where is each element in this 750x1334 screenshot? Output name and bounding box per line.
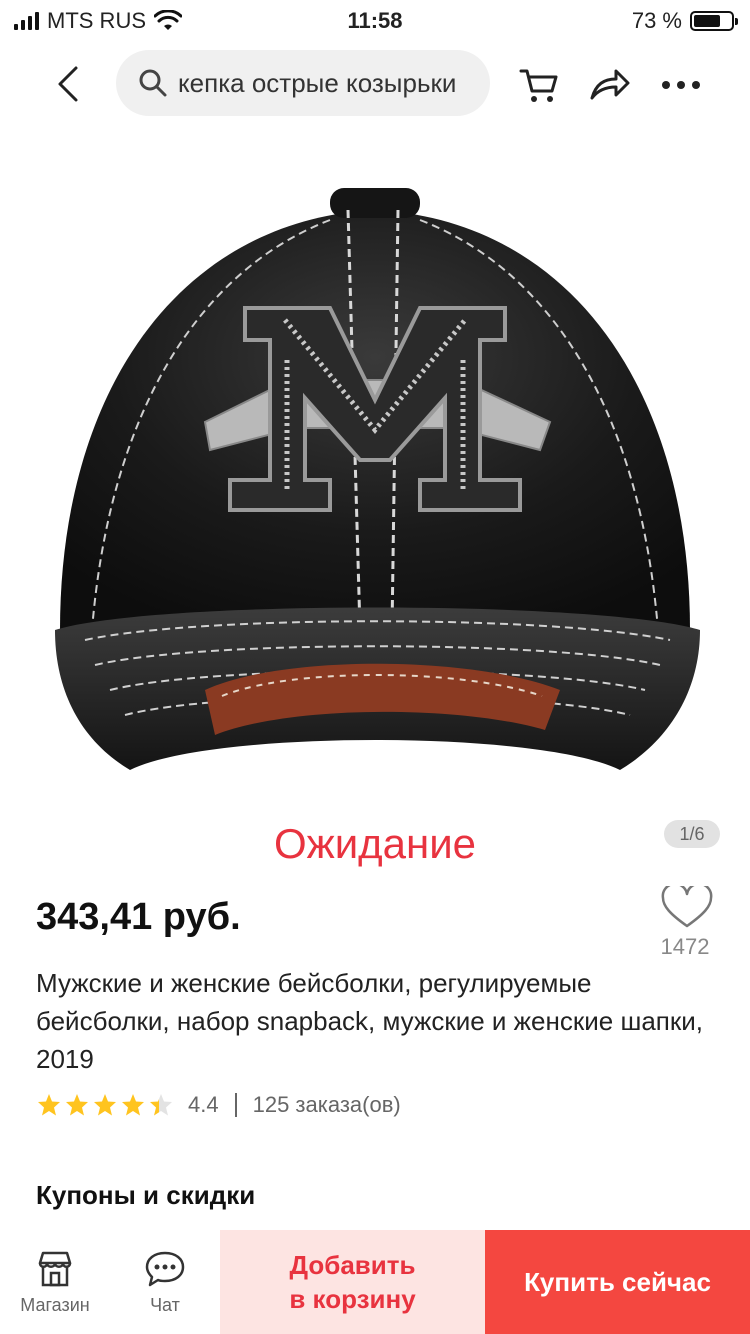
add-to-cart-button[interactable]: Добавить в корзину (220, 1230, 485, 1334)
store-icon (38, 1251, 72, 1286)
search-bar[interactable] (116, 50, 490, 116)
chat-icon (145, 1251, 185, 1286)
coupons-section-title: Купоны и скидки (36, 1180, 256, 1210)
wishlist-button[interactable] (660, 882, 714, 930)
bottom-action-bar: Магазин Чат Добавить в корзину Купить се… (0, 1230, 750, 1334)
star-icon (38, 1094, 60, 1116)
back-button[interactable] (48, 62, 88, 106)
store-tab[interactable]: Магазин (10, 1230, 100, 1334)
product-title: Мужские и женские бейсболки, регулируемы… (36, 968, 703, 1074)
share-icon (590, 69, 630, 100)
back-icon (58, 66, 78, 102)
cap-image (55, 188, 700, 770)
rating-value: 4.4 (188, 1092, 219, 1117)
rating-row: 4.4 125 заказа(ов) (36, 1092, 401, 1118)
chat-tab-label: Чат (150, 1294, 180, 1315)
wishlist-count: 1472 (660, 934, 710, 959)
star-icon (94, 1094, 116, 1116)
nav-bar (0, 48, 750, 122)
battery-percent: 73 % (631, 8, 682, 33)
add-to-cart-line1: Добавить (289, 1250, 416, 1280)
more-button[interactable] (658, 62, 704, 108)
star-icon (122, 1094, 144, 1116)
add-to-cart-line2: в корзину (289, 1284, 416, 1314)
rating-divider (234, 1093, 237, 1117)
heart-icon (661, 882, 713, 928)
chat-tab[interactable]: Чат (120, 1230, 210, 1334)
add-to-cart-label: Добавить в корзину (289, 1248, 415, 1316)
store-tab-label: Магазин (20, 1294, 90, 1315)
search-icon (139, 69, 167, 97)
buy-now-button[interactable]: Купить сейчас (485, 1230, 750, 1334)
search-input[interactable] (176, 66, 490, 100)
star-icon (66, 1094, 88, 1116)
product-price: 343,41 руб. (36, 896, 241, 938)
image-page-indicator: 1/6 (664, 820, 720, 848)
cart-icon (519, 69, 558, 102)
rating-stars (36, 1093, 174, 1117)
orders-count: 125 заказа(ов) (252, 1092, 401, 1117)
share-button[interactable] (586, 62, 632, 108)
more-icon (662, 81, 700, 89)
cart-button[interactable] (516, 62, 562, 108)
loading-overlay-text: Ожидание (273, 820, 477, 867)
status-bar: MTS RUS 11:58 73 % (0, 0, 750, 40)
star-icon (150, 1094, 172, 1116)
status-right: 73 % (631, 8, 738, 34)
battery-fill (694, 15, 721, 27)
product-image[interactable] (0, 130, 750, 878)
battery-icon (690, 11, 738, 31)
